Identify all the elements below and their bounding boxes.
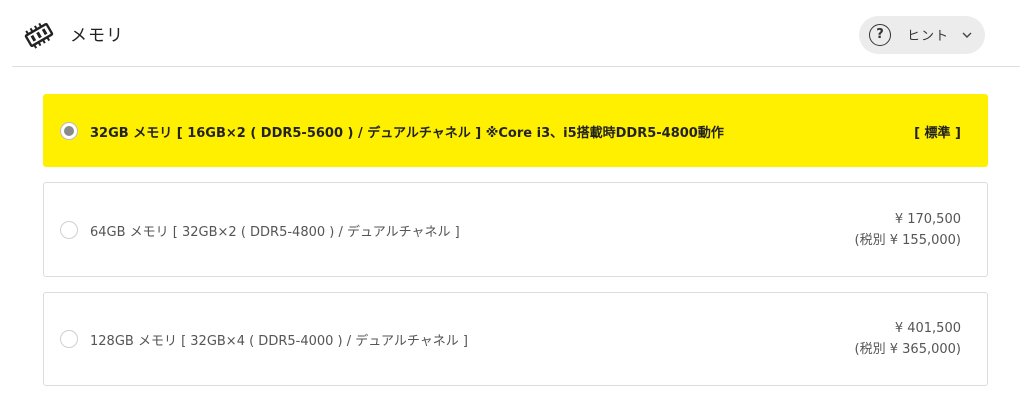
radio-button[interactable] (60, 330, 78, 348)
chevron-down-icon (962, 32, 972, 38)
question-circle-icon: ? (869, 24, 891, 46)
memory-option-128gb[interactable]: 128GB メモリ [ 32GB×4 ( DDR5-4000 ) / デュアルチ… (43, 292, 988, 386)
option-label: 128GB メモリ [ 32GB×4 ( DDR5-4000 ) / デュアルチ… (90, 334, 468, 349)
option-label: 64GB メモリ [ 32GB×2 ( DDR5-4800 ) / デュアルチャ… (90, 225, 460, 240)
radio-button[interactable] (60, 122, 78, 140)
memory-option-64gb[interactable]: 64GB メモリ [ 32GB×2 ( DDR5-4800 ) / デュアルチャ… (43, 182, 988, 277)
price-excl-tax: (税別 ¥ 365,000) (854, 342, 961, 357)
option-label: 32GB メモリ [ 16GB×2 ( DDR5-5600 ) / デュアルチャ… (90, 126, 724, 141)
hint-label: ヒント (907, 29, 950, 44)
option-price: ¥ 170,500 (税別 ¥ 155,000) (855, 209, 961, 251)
standard-badge: [ 標準 ] (914, 126, 961, 141)
option-price: ¥ 401,500 (税別 ¥ 365,000) (855, 318, 961, 360)
memory-chip-icon (24, 22, 54, 49)
price-incl-tax: ¥ 170,500 (894, 212, 961, 227)
price-incl-tax: ¥ 401,500 (894, 321, 961, 336)
section-header: メモリ ? ヒント (0, 0, 1024, 67)
section-title: メモリ (70, 26, 124, 46)
radio-button[interactable] (60, 221, 78, 239)
price-excl-tax: (税別 ¥ 155,000) (854, 233, 961, 248)
header-divider (12, 66, 1020, 67)
memory-option-32gb[interactable]: 32GB メモリ [ 16GB×2 ( DDR5-5600 ) / デュアルチャ… (43, 94, 988, 167)
hint-button[interactable]: ? ヒント (859, 16, 985, 54)
